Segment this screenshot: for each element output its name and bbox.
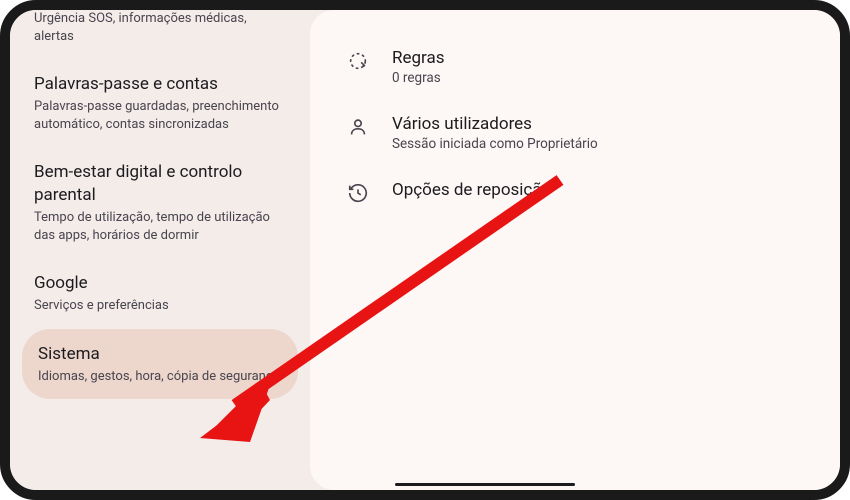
main-item-users[interactable]: Vários utilizadores Sessão iniciada como… <box>340 100 810 166</box>
sidebar-item-passwords[interactable]: Palavras-passe e contas Palavras-passe g… <box>10 59 310 147</box>
rules-icon <box>346 49 370 73</box>
main-item-title: Regras <box>392 48 804 68</box>
main-item-title: Opções de reposição <box>392 180 804 200</box>
sidebar-item-label: Palavras-passe e contas <box>34 73 286 96</box>
sidebar-item-safety[interactable]: Urgência SOS, informações médicas, alert… <box>10 10 310 59</box>
sidebar-item-subtitle: Serviços e preferências <box>34 297 286 315</box>
main-item-subtitle: 0 regras <box>392 70 804 86</box>
sidebar: Urgência SOS, informações médicas, alert… <box>10 10 310 490</box>
sidebar-item-google[interactable]: Google Serviços e preferências <box>10 258 310 328</box>
device-frame: Urgência SOS, informações médicas, alert… <box>0 0 850 500</box>
sidebar-item-label: Bem-estar digital e controlo parental <box>34 161 286 207</box>
sidebar-item-wellbeing[interactable]: Bem-estar digital e controlo parental Te… <box>10 147 310 258</box>
main-item-reset[interactable]: Opções de reposição <box>340 166 810 219</box>
sidebar-item-label: Google <box>34 272 286 295</box>
sidebar-item-subtitle: Idiomas, gestos, hora, cópia de seguranç… <box>38 368 282 386</box>
main-item-rules[interactable]: Regras 0 regras <box>340 34 810 100</box>
main-panel: Regras 0 regras Vários utilizadores Sess… <box>310 10 840 490</box>
sidebar-item-subtitle: Urgência SOS, informações médicas, alert… <box>34 10 286 45</box>
person-icon <box>346 115 370 139</box>
settings-container: Urgência SOS, informações médicas, alert… <box>10 10 840 490</box>
sidebar-item-subtitle: Tempo de utilização, tempo de utilização… <box>34 209 286 244</box>
nav-indicator <box>395 483 575 487</box>
main-item-text: Regras 0 regras <box>392 48 804 86</box>
sidebar-item-system[interactable]: Sistema Idiomas, gestos, hora, cópia de … <box>22 329 298 399</box>
history-icon <box>346 181 370 205</box>
main-item-text: Opções de reposição <box>392 180 804 200</box>
sidebar-item-label: Sistema <box>38 343 282 366</box>
sidebar-item-subtitle: Palavras-passe guardadas, preenchimento … <box>34 98 286 133</box>
main-item-title: Vários utilizadores <box>392 114 804 134</box>
main-item-subtitle: Sessão iniciada como Proprietário <box>392 136 804 152</box>
main-item-text: Vários utilizadores Sessão iniciada como… <box>392 114 804 152</box>
